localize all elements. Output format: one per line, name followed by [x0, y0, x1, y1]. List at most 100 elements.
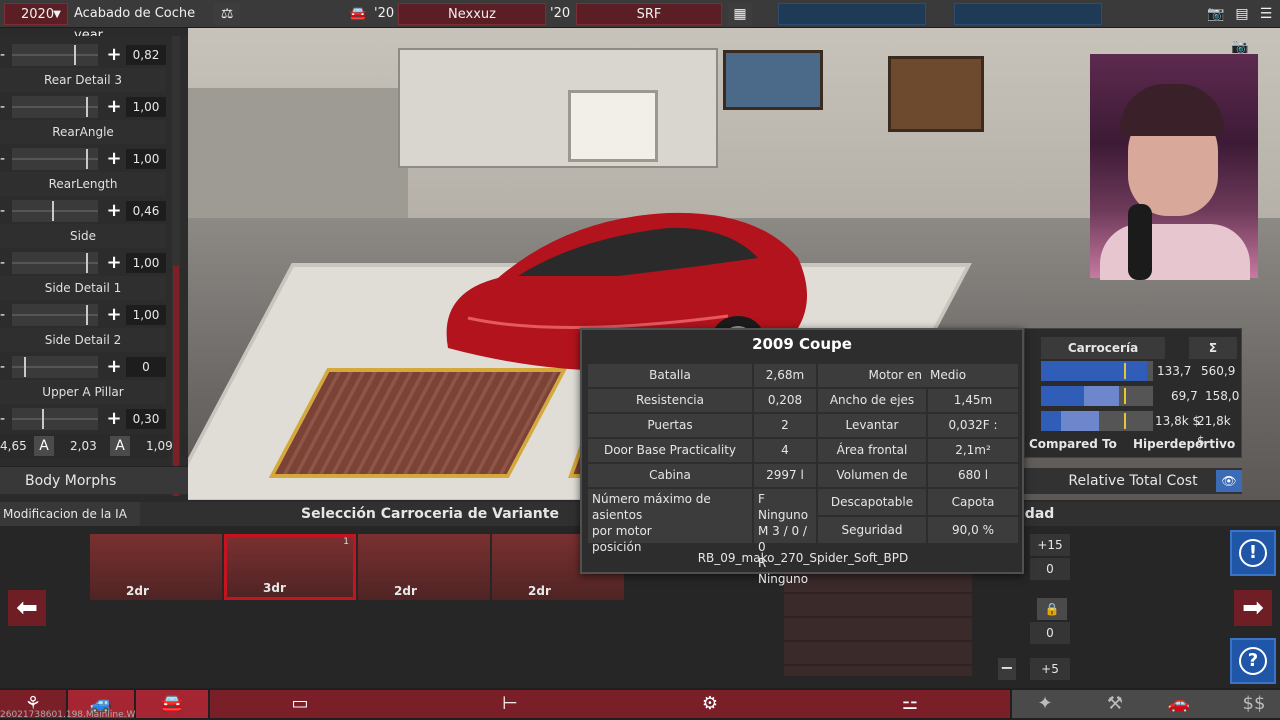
slider-track[interactable]	[12, 304, 98, 326]
compare-bar-row	[1041, 411, 1153, 431]
slider-row[interactable]: - + 0	[0, 356, 166, 378]
nav-cost-icon[interactable]: $$	[1236, 690, 1272, 718]
slider-track[interactable]	[12, 148, 98, 170]
nav-engine-icon[interactable]: ⚙	[680, 690, 740, 718]
stat-label: Seguridad	[818, 517, 926, 543]
stat-label: Levantar	[818, 414, 926, 437]
slider-row[interactable]: - + 0,46	[0, 200, 166, 222]
decrement-button[interactable]: -	[0, 256, 10, 270]
increment-button[interactable]: +	[104, 356, 124, 378]
decrement-button[interactable]: -	[0, 360, 10, 374]
year-selector[interactable]: 2020 ▼	[4, 3, 68, 25]
webcam-overlay	[1090, 54, 1258, 280]
variant-list: 2dr 1 3dr 2dr 2dr	[90, 534, 625, 600]
compared-to-value[interactable]: Hiperdeportivo	[1133, 433, 1237, 455]
slider-value[interactable]: 1,00	[126, 149, 166, 169]
grid-icon[interactable]: ▦	[728, 3, 752, 25]
slider-row[interactable]: - + 0,82	[0, 44, 166, 66]
help-icon[interactable]: ?	[1230, 638, 1276, 684]
scale-z-value[interactable]: 1,09	[146, 437, 173, 455]
garage-side-wall	[188, 88, 408, 238]
scale-lock-button[interactable]: A	[34, 436, 54, 456]
slider-value[interactable]: 0,46	[126, 201, 166, 221]
slider-value[interactable]: 1,00	[126, 305, 166, 325]
increment-button[interactable]: +	[104, 252, 124, 274]
menu-icon[interactable]: ☰	[1254, 3, 1278, 25]
scale-icon[interactable]: ⚖	[214, 3, 240, 25]
increment-button[interactable]: +	[104, 96, 124, 118]
compare-bar-current	[1041, 361, 1148, 381]
compare-header: Carrocería	[1041, 337, 1165, 359]
increment-button[interactable]: +	[104, 200, 124, 222]
slider-row[interactable]: - + 1,00	[0, 148, 166, 170]
slider-row[interactable]: - + 1,00	[0, 96, 166, 118]
variant-card-selected[interactable]: 1 3dr	[224, 534, 356, 600]
slider-track[interactable]	[12, 96, 98, 118]
slider-value[interactable]: 0,30	[126, 409, 166, 429]
lock-icon[interactable]: 🔒	[1037, 598, 1067, 620]
slider-track[interactable]	[12, 252, 98, 274]
slider-value[interactable]: 0,82	[126, 45, 166, 65]
slider-track[interactable]	[12, 356, 98, 378]
save-icon[interactable]: ▤	[1230, 3, 1254, 25]
scale-x-value[interactable]: 4,65	[0, 437, 27, 455]
nav-chassis-2-icon[interactable]: ⚒	[1100, 690, 1130, 718]
slider-track[interactable]	[12, 200, 98, 222]
slider-row[interactable]: - + 1,00	[0, 304, 166, 326]
slider-track[interactable]	[12, 44, 98, 66]
blue-slot-2[interactable]	[954, 3, 1102, 25]
variant-selection-title: Selección Carroceria de Variante	[301, 506, 559, 522]
decrement-button[interactable]: -	[0, 204, 10, 218]
scale-y-value[interactable]: 2,03	[70, 437, 97, 455]
slider-track[interactable]	[12, 408, 98, 430]
decrement-button[interactable]: -	[0, 412, 10, 426]
arrow-left-icon[interactable]: ⬅	[8, 590, 46, 626]
decrement-button[interactable]: -	[0, 100, 10, 114]
camera-icon[interactable]: 📷	[1204, 3, 1228, 25]
nav-drivetrain-icon[interactable]: ⚍	[880, 690, 940, 718]
slider-value[interactable]: 0	[126, 357, 166, 377]
slider-value[interactable]: 1,00	[126, 253, 166, 273]
body-morphs-tab[interactable]: Body Morphs	[0, 466, 188, 494]
eye-icon[interactable]: 👁	[1216, 470, 1242, 492]
slider-value[interactable]: 1,00	[126, 97, 166, 117]
minus-button[interactable]: −	[998, 658, 1016, 680]
stat-label: Puertas	[588, 414, 752, 437]
variant-card[interactable]: 2dr	[90, 534, 222, 600]
stat-label: Resistencia	[588, 389, 752, 412]
ai-modification-tab[interactable]: Modificacion de la IA	[0, 502, 140, 526]
car-icon: 🚘	[349, 6, 367, 22]
stat-label: Área frontal	[818, 439, 926, 462]
decrement-button[interactable]: -	[0, 308, 10, 322]
nav-testing-icon[interactable]: 🚗	[1164, 690, 1194, 718]
slider-row[interactable]: - + 1,00	[0, 252, 166, 274]
alert-icon[interactable]: !	[1230, 530, 1276, 576]
nav-body-icon[interactable]: 🚘	[136, 690, 208, 718]
compare-bar-row	[1041, 361, 1153, 381]
decrement-button[interactable]: -	[0, 152, 10, 166]
seats-label: Número máximo de asientos por motor posi…	[588, 489, 752, 554]
screenshot-icon[interactable]: 📷	[1228, 36, 1252, 58]
scale-lock-button[interactable]: A	[110, 436, 130, 456]
morph-scrollbar[interactable]	[172, 36, 180, 496]
car-model-year: '20	[374, 6, 395, 21]
stat-number: +5	[1030, 658, 1070, 680]
car-model-name[interactable]: Nexxuz	[398, 3, 546, 25]
increment-button[interactable]: +	[104, 408, 124, 430]
nav-interior-icon[interactable]: ✦	[1030, 690, 1060, 718]
nav-suspension-icon[interactable]: ⊢	[480, 690, 540, 718]
increment-button[interactable]: +	[104, 304, 124, 326]
increment-button[interactable]: +	[104, 44, 124, 66]
variant-card[interactable]: 2dr	[358, 534, 490, 600]
slider-row[interactable]: - + 0,30	[0, 408, 166, 430]
app-root: 2020 ▼ Acabado de Coche year ⚖ 🚘 '20 Nex…	[0, 0, 1280, 720]
nav-chassis-icon[interactable]: ▭	[270, 690, 330, 718]
slider-label: Side Detail 2	[0, 328, 166, 352]
decrement-button[interactable]: -	[0, 48, 10, 62]
arrow-right-icon[interactable]: ➡	[1234, 590, 1272, 626]
stat-label: Ancho de ejes	[818, 389, 926, 412]
slider-label: RearLength	[0, 172, 166, 196]
trim-name[interactable]: SRF	[576, 3, 722, 25]
increment-button[interactable]: +	[104, 148, 124, 170]
blue-slot-1[interactable]	[778, 3, 926, 25]
